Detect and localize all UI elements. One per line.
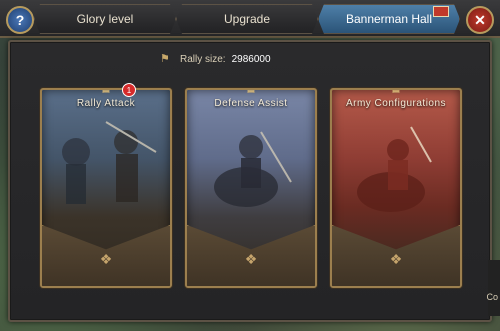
tab-upgrade[interactable]: Upgrade	[176, 4, 318, 34]
diamond-icon: ❖	[99, 251, 113, 267]
card-title: Defense Assist	[214, 98, 288, 109]
card-defense-assist[interactable]: ♛ Defense Assist ❖	[185, 88, 317, 288]
corner-text: Co	[486, 292, 498, 302]
flag-icon	[433, 6, 449, 17]
diamond-icon: ❖	[389, 251, 403, 267]
side-edge	[488, 260, 500, 316]
card-army-configurations[interactable]: ♛ Army Configurations ❖	[330, 88, 462, 288]
card-title: Rally Attack	[76, 98, 136, 109]
close-button[interactable]: ✕	[466, 6, 494, 34]
top-bar: ? Glory level Upgrade Bannerman Hall ✕	[0, 0, 500, 38]
rally-attack-illustration	[62, 121, 157, 204]
card-title: Army Configurations	[345, 98, 447, 109]
tab-glory-level[interactable]: Glory level	[34, 4, 176, 34]
card-footer: ❖	[42, 225, 170, 286]
card-rally-attack[interactable]: ♛ Rally Attack ❖	[40, 88, 172, 288]
rally-size-value: 2986000	[231, 53, 271, 65]
card-footer: ❖	[332, 225, 460, 286]
emblem-icon: ♛	[243, 88, 259, 97]
tab-label: Glory level	[76, 12, 134, 26]
tab-label: Bannerman Hall	[345, 12, 433, 26]
diamond-icon: ❖	[244, 251, 258, 267]
rally-size: ⚑ Rally size: 2986000	[160, 52, 350, 66]
rally-size-icon: ⚑	[160, 53, 170, 65]
card-footer: ❖	[187, 225, 315, 286]
emblem-icon: ♛	[98, 88, 114, 97]
army-configurations-illustration	[357, 126, 432, 212]
close-icon: ✕	[474, 11, 486, 28]
tab-bannerman-hall[interactable]: Bannerman Hall	[318, 4, 460, 34]
emblem-icon: ♛	[388, 88, 404, 97]
tab-label: Upgrade	[223, 12, 271, 26]
question-icon: ?	[15, 12, 25, 28]
rally-size-label: Rally size:	[180, 53, 226, 65]
defense-assist-illustration	[214, 131, 292, 207]
help-button[interactable]: ?	[6, 6, 34, 34]
notification-badge: 1	[122, 83, 136, 97]
